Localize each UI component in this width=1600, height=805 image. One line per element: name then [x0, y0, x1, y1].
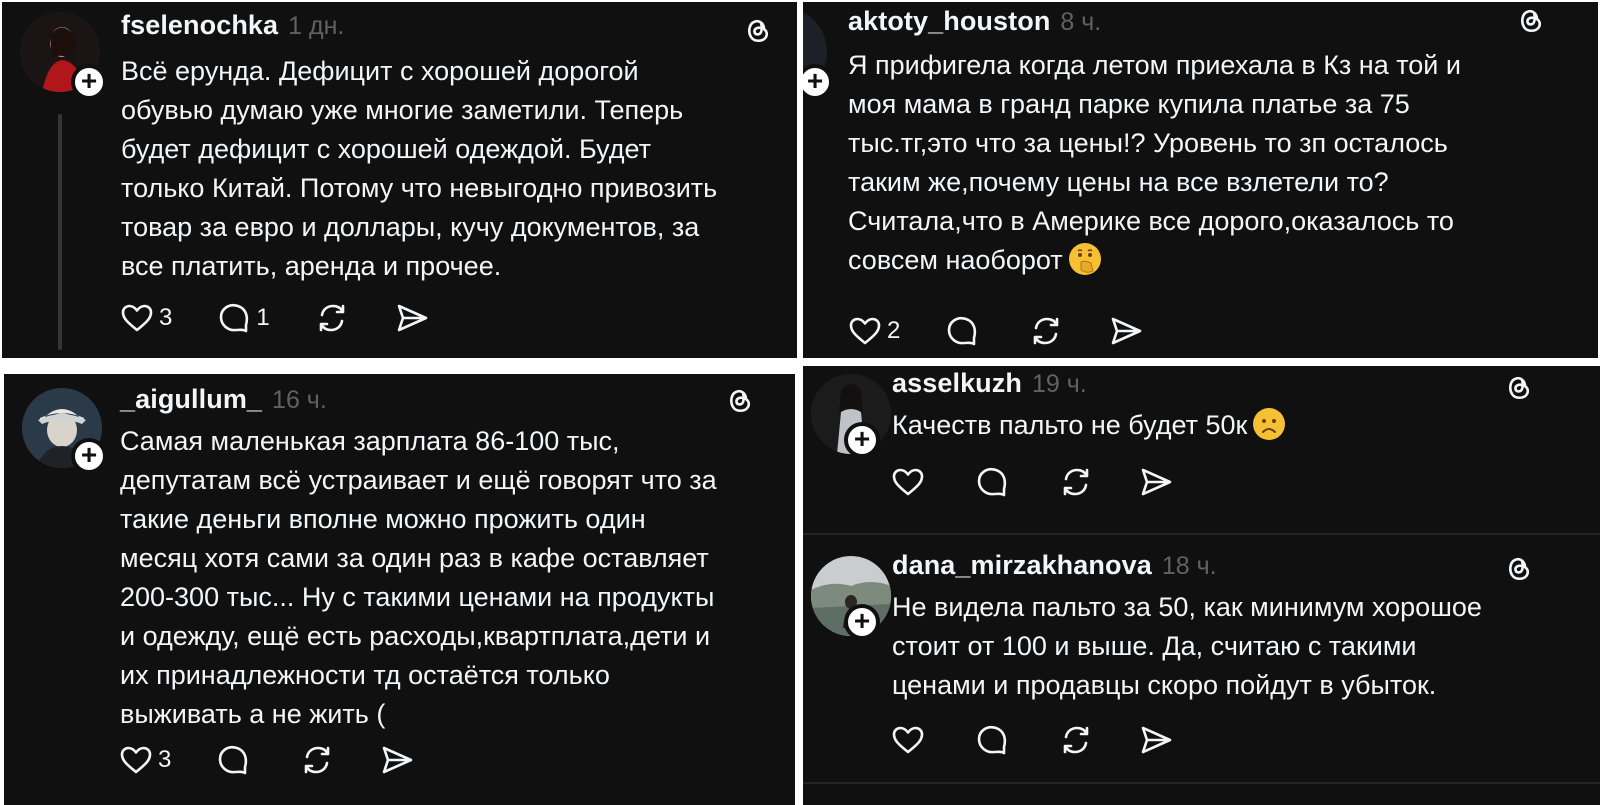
- like-count: 3: [158, 746, 172, 773]
- reply-button[interactable]: [944, 313, 984, 349]
- follow-plus-icon[interactable]: +: [844, 604, 880, 640]
- repost-icon: [305, 746, 330, 774]
- heart-icon: [121, 304, 153, 332]
- username[interactable]: aktoty_houston: [848, 6, 1050, 37]
- repost-icon: [319, 304, 345, 332]
- repost-button[interactable]: [1028, 313, 1064, 349]
- post-divider: [803, 533, 1600, 535]
- heart-icon: [892, 726, 924, 754]
- comment-header: aktoty_houston 8 ч.: [848, 6, 1101, 37]
- like-count: 2: [887, 317, 901, 344]
- send-icon: [1112, 317, 1142, 345]
- reply-button[interactable]: 1: [216, 300, 270, 336]
- follow-plus-icon[interactable]: +: [803, 64, 833, 100]
- reply-bubble-icon: [977, 725, 1007, 755]
- share-button[interactable]: [379, 742, 415, 778]
- comment-text: Качеств пальто не будет 50к: [892, 406, 1582, 445]
- comment-text: Всё ерунда. Дефицит с хорошей дорогой об…: [121, 56, 718, 281]
- username[interactable]: dana_mirzakhanova: [892, 550, 1152, 581]
- comment-panel: + _aigullum_ 16 ч. Самая маленькая зарпл…: [4, 374, 795, 805]
- repost-button[interactable]: [1058, 722, 1094, 758]
- username[interactable]: fselenochka: [121, 10, 278, 41]
- timestamp: 18 ч.: [1161, 552, 1217, 580]
- send-icon: [1141, 468, 1172, 496]
- repost-icon: [1063, 726, 1089, 754]
- heart-icon: [892, 468, 924, 496]
- threads-logo-icon[interactable]: [1503, 371, 1535, 403]
- like-count: 3: [159, 304, 173, 331]
- reply-count: 1: [256, 304, 270, 331]
- comment-text: Не видела пальто за 50, как минимум хоро…: [892, 592, 1482, 700]
- repost-button[interactable]: [314, 300, 350, 336]
- share-button[interactable]: [1138, 722, 1174, 758]
- repost-icon: [1063, 468, 1089, 496]
- action-bar: 2: [847, 313, 1188, 349]
- like-button[interactable]: 3: [119, 300, 172, 336]
- reply-button[interactable]: [974, 464, 1014, 500]
- username[interactable]: _aigullum_: [120, 384, 262, 415]
- reply-button[interactable]: [974, 722, 1014, 758]
- threads-logo-icon[interactable]: [1503, 552, 1535, 584]
- post-divider: [803, 782, 1600, 784]
- comment-text-body: Качеств пальто не будет 50к: [892, 410, 1248, 440]
- threads-logo-icon[interactable]: [742, 14, 774, 46]
- timestamp: 16 ч.: [272, 386, 327, 414]
- send-icon: [1141, 726, 1172, 754]
- reply-bubble-icon: [220, 303, 249, 333]
- heart-icon: [120, 746, 152, 774]
- comment-header: dana_mirzakhanova 18 ч.: [892, 550, 1217, 581]
- action-bar: 3 1: [119, 300, 474, 336]
- action-bar: [890, 722, 1218, 758]
- heart-icon: [849, 317, 881, 345]
- like-button[interactable]: [890, 464, 930, 500]
- share-button[interactable]: [1108, 313, 1144, 349]
- threads-logo-icon[interactable]: [1515, 4, 1547, 36]
- share-button[interactable]: [394, 300, 430, 336]
- thread-line: [58, 114, 62, 350]
- comment-text: Самая маленькая зарплата 86-100 тыс, деп…: [120, 426, 717, 729]
- reply-bubble-icon: [219, 745, 248, 775]
- timestamp: 19 ч.: [1031, 370, 1087, 398]
- repost-button[interactable]: [1058, 464, 1094, 500]
- reply-button[interactable]: [215, 742, 255, 778]
- follow-plus-icon[interactable]: +: [71, 438, 107, 474]
- share-button[interactable]: [1138, 464, 1174, 500]
- send-icon: [397, 304, 428, 332]
- comment-text-body: Я прифигела когда летом приехала в Кз на…: [848, 50, 1461, 275]
- face-with-hand-over-mouth-icon: [1068, 243, 1101, 275]
- comment-panel: + aktoty_houston 8 ч. Я прифигела когда …: [803, 2, 1598, 358]
- comment-header: fselenochka 1 дн.: [121, 10, 344, 41]
- comment-panel: + fselenochka 1 дн. Всё ерунда. Дефицит …: [2, 2, 797, 358]
- timestamp: 1 дн.: [288, 12, 345, 40]
- repost-button[interactable]: [299, 742, 335, 778]
- follow-plus-icon[interactable]: +: [844, 422, 880, 458]
- threads-logo-icon[interactable]: [724, 384, 756, 416]
- send-icon: [383, 746, 413, 774]
- like-button[interactable]: 3: [118, 742, 171, 778]
- like-button[interactable]: 2: [847, 313, 900, 349]
- like-button[interactable]: [890, 722, 930, 758]
- frowning-face-icon: [1253, 408, 1286, 440]
- reply-bubble-icon: [948, 316, 977, 346]
- comment-panel: + asselkuzh 19 ч. Качеств пальто не буде…: [803, 366, 1600, 805]
- comment-header: asselkuzh 19 ч.: [892, 368, 1087, 399]
- reply-bubble-icon: [977, 467, 1007, 497]
- action-bar: [890, 464, 1218, 500]
- action-bar: 3: [118, 742, 459, 778]
- comment-text: Я прифигела когда летом приехала в Кз на…: [848, 46, 1588, 280]
- timestamp: 8 ч.: [1060, 8, 1102, 36]
- comment-header: _aigullum_ 16 ч.: [120, 384, 327, 415]
- username[interactable]: asselkuzh: [892, 368, 1022, 399]
- repost-icon: [1034, 317, 1059, 345]
- follow-plus-icon[interactable]: +: [71, 64, 107, 100]
